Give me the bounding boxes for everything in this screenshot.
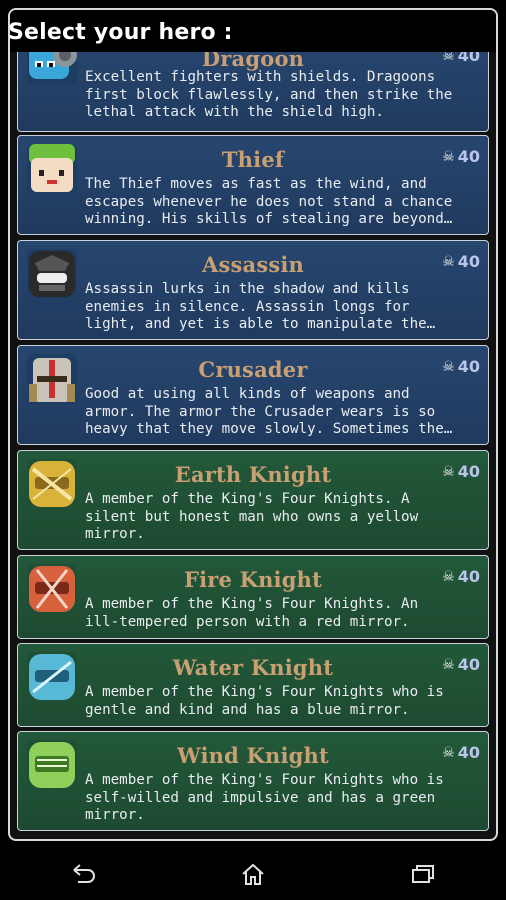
skull-icon: ☠	[442, 148, 455, 165]
assassin-mask-icon	[27, 249, 77, 299]
hero-name: Water Knight	[172, 655, 334, 680]
hero-card-crusader[interactable]: Crusader ☠ 40 Good at using all kinds of …	[17, 345, 489, 445]
hero-card-thief[interactable]: Thief ☠ 40 The Thief moves as fast as the…	[17, 135, 489, 235]
hero-cost: ☠ 40	[442, 147, 480, 166]
hero-cost: ☠ 40	[442, 743, 480, 762]
hero-description: A member of the King's Four Knights. An …	[85, 596, 419, 630]
hero-cost: ☠ 40	[442, 462, 480, 481]
back-button[interactable]	[54, 854, 114, 894]
hero-description: Assassin lurks in the shadow and kills e…	[85, 281, 436, 332]
hero-list[interactable]: Dragoon ☠ 40 Excellent fighters with shie…	[10, 10, 496, 839]
system-navigation-bar	[0, 848, 506, 900]
hero-card-water-knight[interactable]: Water Knight ☠ 40 A member of the King's …	[17, 643, 489, 727]
hero-card-fire-knight[interactable]: Fire Knight ☠ 40 A member of the King's F…	[17, 555, 489, 639]
hero-description: A member of the King's Four Knights who …	[85, 772, 444, 823]
hero-cost: ☠ 40	[442, 655, 480, 674]
skull-icon: ☠	[442, 744, 455, 761]
hero-card-wind-knight[interactable]: Wind Knight ☠ 40 A member of the King's F…	[17, 731, 489, 831]
hero-name: Assassin	[201, 252, 305, 277]
hero-name: Thief	[221, 147, 285, 172]
water-knight-helmet-icon	[27, 652, 77, 702]
skull-icon: ☠	[442, 656, 455, 673]
hero-description: A member of the King's Four Knights. A s…	[85, 491, 419, 542]
hero-card-earth-knight[interactable]: Earth Knight ☠ 40 A member of the King's …	[17, 450, 489, 550]
hero-description: Excellent fighters with shields. Dragoon…	[85, 69, 453, 120]
hero-cost-value: 40	[457, 147, 480, 166]
home-icon	[242, 863, 264, 885]
hero-cost-value: 40	[457, 357, 480, 376]
hero-select-panel: Dragoon ☠ 40 Excellent fighters with shie…	[8, 8, 498, 841]
skull-icon: ☠	[442, 463, 455, 480]
hero-description: Good at using all kinds of weapons and a…	[85, 386, 453, 437]
hero-name: Wind Knight	[177, 743, 329, 768]
hero-cost-value: 40	[457, 252, 480, 271]
hero-description: A member of the King's Four Knights who …	[85, 684, 444, 718]
hero-cost-value: 40	[457, 462, 480, 481]
skull-icon: ☠	[442, 253, 455, 270]
crusader-helmet-icon	[27, 354, 77, 404]
hero-cost-value: 40	[457, 743, 480, 762]
wind-knight-helmet-icon	[27, 740, 77, 790]
back-icon	[73, 864, 96, 883]
hero-cost: ☠ 40	[442, 357, 480, 376]
hero-description: The Thief moves as fast as the wind, and…	[85, 176, 453, 227]
skull-icon: ☠	[442, 568, 455, 585]
hero-cost: ☠ 40	[442, 252, 480, 271]
hero-name: Crusader	[198, 357, 308, 382]
home-button[interactable]	[223, 854, 283, 894]
recent-apps-icon	[411, 865, 434, 883]
hero-card-assassin[interactable]: Assassin ☠ 40 Assassin lurks in the shado…	[17, 240, 489, 340]
hero-cost-value: 40	[457, 567, 480, 586]
hero-cost-value: 40	[457, 655, 480, 674]
hero-cost: ☠ 40	[442, 567, 480, 586]
fire-knight-helmet-icon	[27, 564, 77, 614]
page-title: Select your hero :	[8, 20, 233, 45]
hero-name: Earth Knight	[174, 462, 332, 487]
earth-knight-helmet-icon	[27, 459, 77, 509]
skull-icon: ☠	[442, 358, 455, 375]
hero-card-dragoon[interactable]: Dragoon ☠ 40 Excellent fighters with shie…	[17, 35, 489, 132]
recent-apps-button[interactable]	[392, 854, 452, 894]
hero-name: Fire Knight	[184, 567, 322, 592]
thief-face-icon	[27, 144, 77, 194]
